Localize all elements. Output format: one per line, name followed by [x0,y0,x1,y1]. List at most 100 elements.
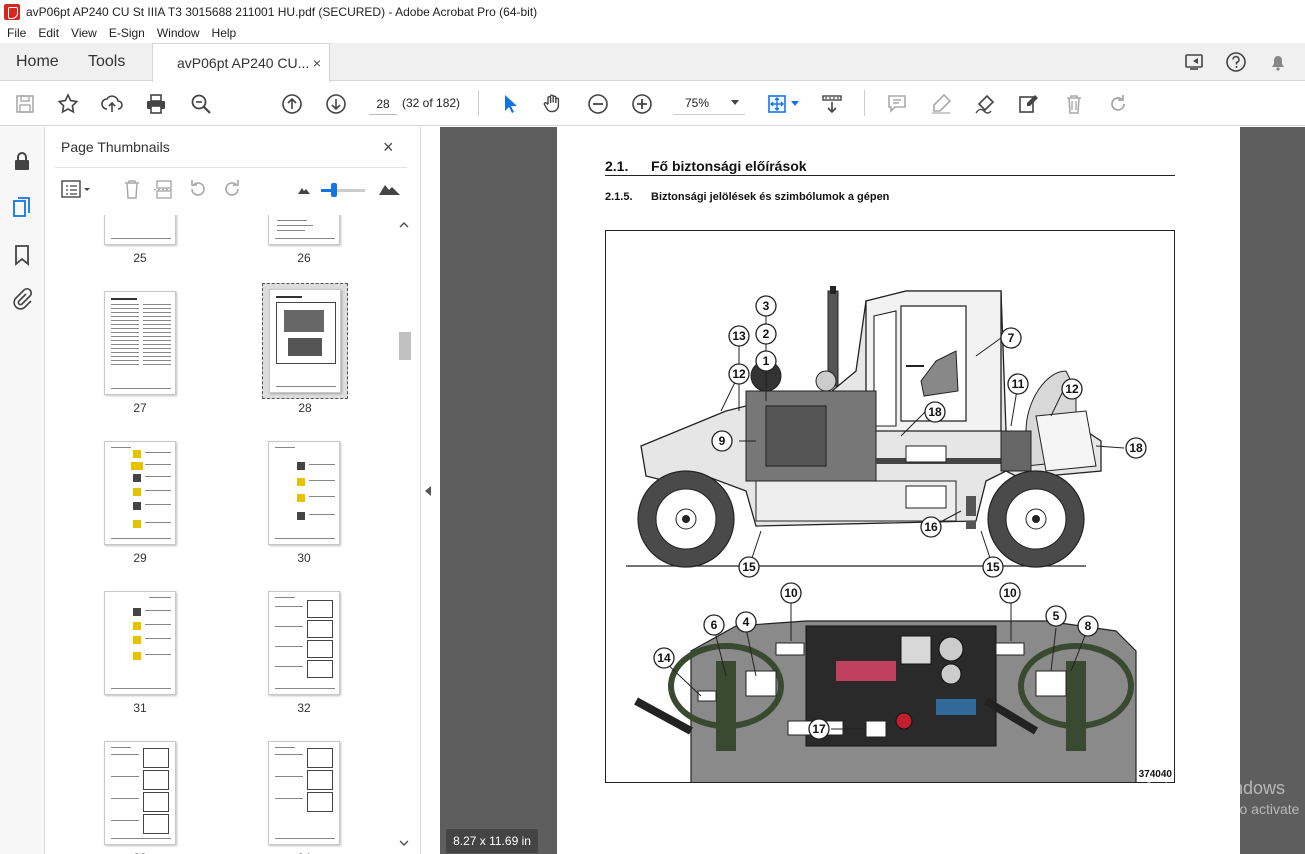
rotate-icon[interactable] [1106,92,1130,116]
zoom-dropdown[interactable]: 75% [673,91,745,115]
thumbnail-page[interactable] [268,591,340,695]
share-screen-icon[interactable] [1184,51,1206,73]
callout: 2 [755,323,777,345]
zoom-in-icon[interactable] [630,92,654,116]
svg-text:12: 12 [1065,382,1079,396]
thumbnail-size-slider[interactable] [321,183,365,197]
thumbnail-number: 30 [297,551,311,565]
upload-icon[interactable] [100,92,124,116]
menu-esign[interactable]: E-Sign [109,26,145,40]
pages-icon[interactable] [10,195,34,219]
zoom-search-icon[interactable] [189,92,213,116]
collapse-panel-icon[interactable] [425,486,431,496]
thumbnail-page[interactable] [104,291,176,395]
page-down-icon[interactable] [324,92,348,116]
callout: 5 [1045,605,1067,627]
menu-edit[interactable]: Edit [38,26,59,40]
menu-window[interactable]: Window [157,26,200,40]
scroll-down-icon[interactable] [398,838,410,848]
callout: 13 [728,325,750,347]
menu-help[interactable]: Help [212,26,237,40]
help-icon[interactable] [1225,51,1247,73]
thumbnail-number: 27 [133,401,147,415]
thumbnail-number: 26 [297,251,311,265]
scroll-up-icon[interactable] [398,220,410,230]
thumbnail-page[interactable] [104,441,176,545]
rotate-right-icon[interactable] [221,178,243,200]
machine-figure: 3 2 1 13 12 7 11 12 18 18 9 16 15 15 10 … [605,230,1175,783]
callout: 4 [735,611,757,633]
menu-file[interactable]: File [7,26,26,40]
heading-rule [605,175,1175,176]
thumbnail-page[interactable] [104,741,176,845]
page-count-label: (32 of 182) [402,96,461,110]
scroll-mode-icon[interactable] [820,92,844,116]
callout: 9 [711,430,733,452]
slider-handle[interactable] [331,183,337,197]
scrollbar-thumb[interactable] [399,332,411,360]
close-tab-icon[interactable]: × [313,55,321,71]
highlight-icon[interactable] [929,92,953,116]
close-panel-icon[interactable]: × [383,137,394,158]
svg-text:10: 10 [784,586,798,600]
left-rail [0,127,45,854]
tab-document[interactable]: avP06pt AP240 CU... × [152,43,330,82]
callout: 15 [738,556,760,578]
activate-windows-title: Activate Windows [1143,778,1286,798]
fit-page-icon[interactable] [765,92,789,116]
svg-text:8: 8 [1085,619,1092,633]
hand-icon[interactable] [541,92,565,116]
tab-bar: Home Tools avP06pt AP240 CU... × [0,43,1305,82]
sign-icon[interactable] [973,92,997,116]
main-toolbar [0,82,1305,126]
callout: 18 [924,401,946,423]
notifications-bell-icon[interactable] [1267,51,1289,73]
page-number-input[interactable] [369,93,397,115]
svg-text:6: 6 [711,618,718,632]
thumbnail-scrollbar[interactable] [398,216,412,854]
edit-icon[interactable] [1017,92,1041,116]
delete-icon[interactable] [1062,92,1086,116]
thumbnail-page[interactable] [268,441,340,545]
fit-page-dropdown-icon[interactable] [791,101,799,106]
mountain-large-icon[interactable] [379,178,401,200]
thumbnail-page-selected[interactable] [269,289,341,393]
thumbnail-page[interactable] [104,215,176,245]
extract-page-icon[interactable] [153,178,175,200]
tab-tools[interactable]: Tools [88,43,125,81]
lock-icon[interactable] [10,149,34,173]
thumbnail-page[interactable] [104,591,176,695]
print-icon[interactable] [144,92,168,116]
menu-bar: File Edit View E-Sign Window Help [0,23,1305,43]
rotate-left-icon[interactable] [187,178,209,200]
pdf-page: 2.1. Fő biztonsági előírások 2.1.5. Bizton… [557,127,1240,854]
zoom-out-icon[interactable] [586,92,610,116]
svg-text:17: 17 [812,722,826,736]
thumbnail-page[interactable] [268,215,340,245]
svg-text:18: 18 [928,405,942,419]
svg-text:1: 1 [763,354,770,368]
svg-text:2: 2 [763,327,770,341]
select-arrow-icon[interactable] [498,92,522,116]
menu-view[interactable]: View [71,26,97,40]
svg-text:11: 11 [1012,377,1025,391]
save-icon[interactable] [13,92,37,116]
attachment-icon[interactable] [10,287,34,311]
options-menu-icon[interactable] [61,178,91,200]
svg-text:4: 4 [743,615,750,629]
svg-text:9: 9 [719,434,726,448]
thumbnail-page[interactable] [268,741,340,845]
svg-text:3: 3 [763,299,770,313]
star-icon[interactable] [56,92,80,116]
callout-layer: 3 2 1 13 12 7 11 12 18 18 9 16 15 15 10 … [653,295,1147,740]
delete-page-icon[interactable] [121,178,143,200]
tab-home[interactable]: Home [16,43,59,81]
document-viewport[interactable]: 2.1. Fő biztonsági előírások 2.1.5. Bizton… [440,127,1305,854]
bookmark-icon[interactable] [10,243,34,267]
callout: 11 [1007,373,1029,395]
mountain-small-icon[interactable] [293,178,315,200]
comment-icon[interactable] [885,92,909,116]
activate-windows-hint: Go to Settings to activate [1143,801,1300,817]
window-title: avP06pt AP240 CU St IIIA T3 3015688 2110… [26,4,538,19]
page-up-icon[interactable] [280,92,304,116]
